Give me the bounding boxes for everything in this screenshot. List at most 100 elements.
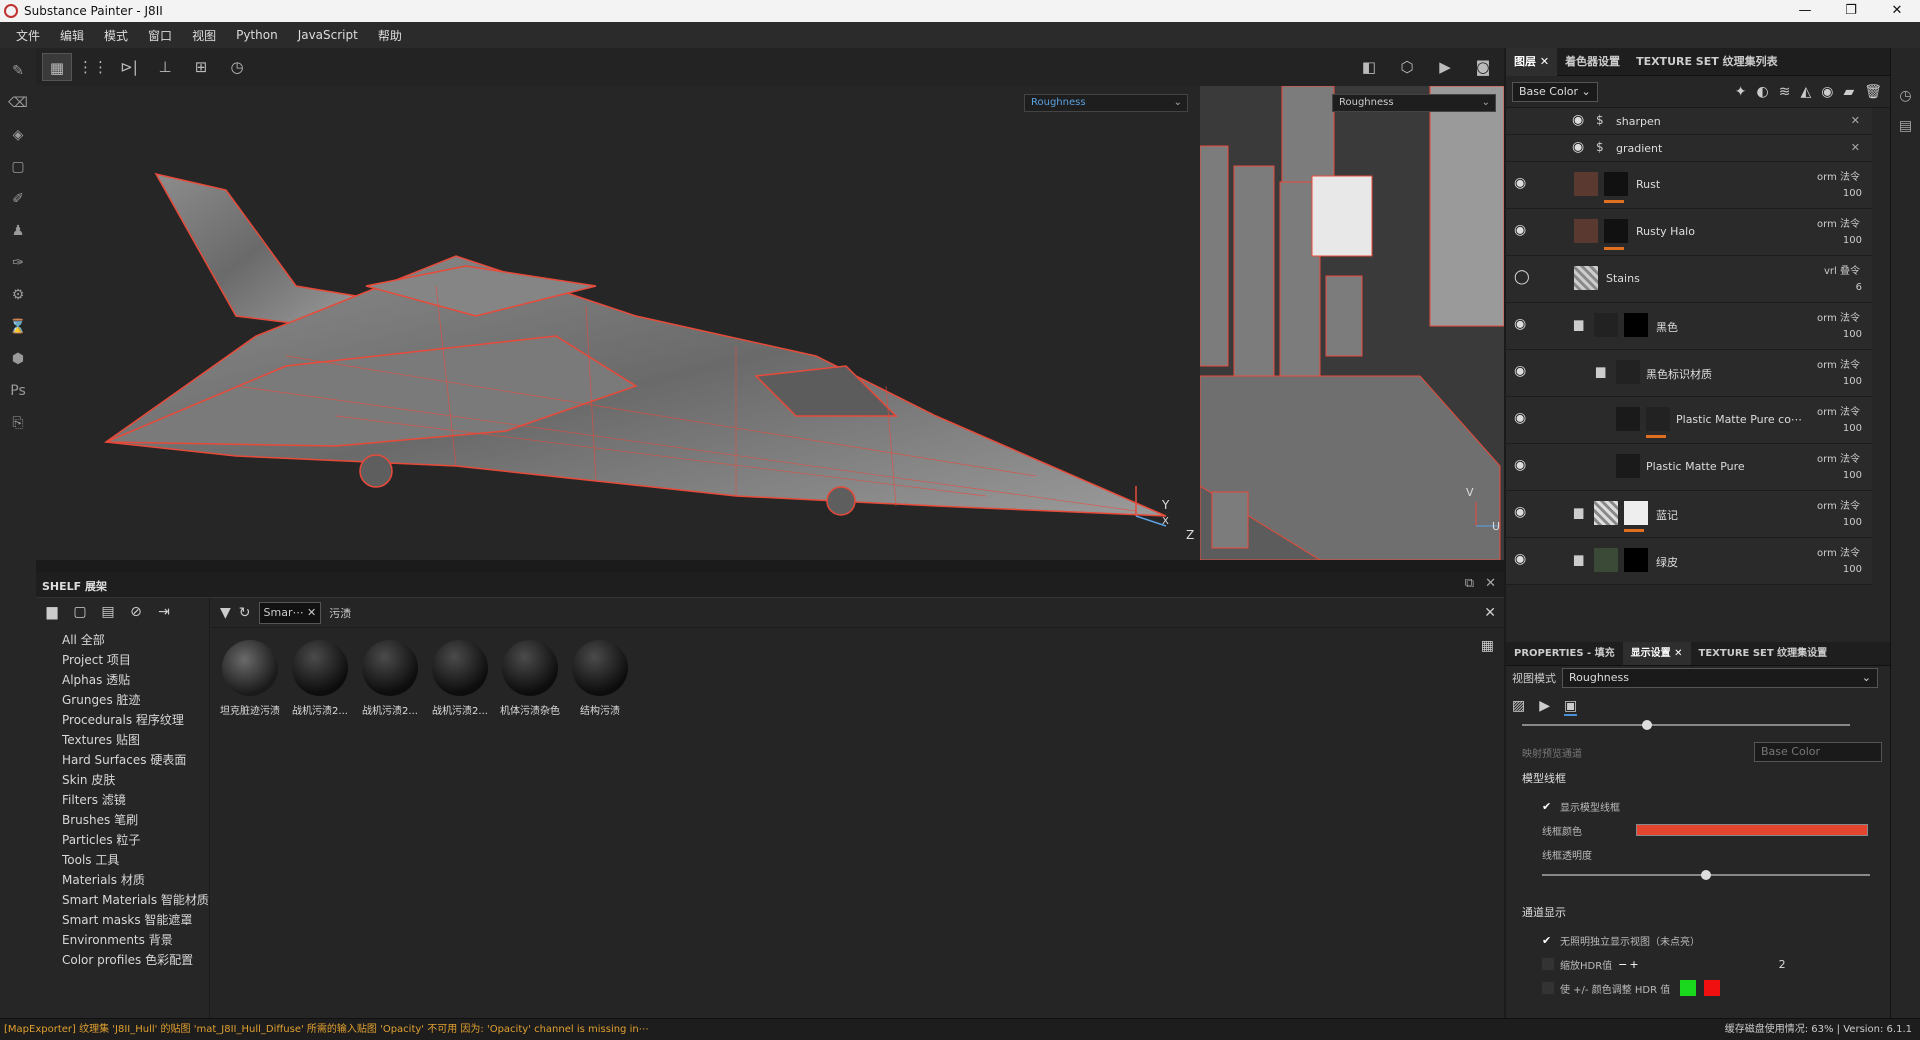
hide-icon[interactable]: ⊘: [124, 604, 148, 624]
eye-icon[interactable]: ◉: [1514, 222, 1526, 238]
checkbox-unchecked-icon[interactable]: [1542, 958, 1554, 970]
layer-opacity[interactable]: 6: [1856, 282, 1862, 293]
red-swatch[interactable]: [1704, 980, 1721, 996]
layer-row[interactable]: ◉ Plastic Matte Pure orm 法令 100: [1506, 444, 1872, 491]
new-item-icon[interactable]: ▢: [68, 604, 92, 624]
filter-chip[interactable]: Smar⋯ ✕: [258, 601, 322, 624]
material-item[interactable]: 坦克脏迹污渍: [220, 640, 280, 717]
close-button[interactable]: ✕: [1874, 0, 1920, 22]
eye-icon[interactable]: ◉: [1514, 175, 1526, 191]
layer-opacity[interactable]: 100: [1843, 188, 1862, 199]
layer-row[interactable]: ◉ Rust orm 法令 100: [1506, 162, 1872, 209]
category-alphas[interactable]: Alphas 透贴: [36, 670, 209, 690]
paint-brush-icon[interactable]: ✎: [8, 62, 28, 80]
clear-search-icon[interactable]: ✕: [1484, 605, 1496, 621]
delete-layer-icon[interactable]: 🗑: [1864, 84, 1882, 100]
minimize-button[interactable]: —: [1782, 0, 1828, 22]
layer-row[interactable]: ◉ Plastic Matte Pure co⋯ orm 法令 100: [1506, 397, 1872, 444]
float-panel-icon[interactable]: ⧉: [1465, 576, 1474, 591]
export-icon[interactable]: ⎘: [8, 414, 28, 432]
layer-row[interactable]: ◉ Rusty Halo orm 法令 100: [1506, 209, 1872, 256]
category-grunges[interactable]: Grunges 脏迹: [36, 690, 209, 710]
log-panel-icon[interactable]: ▤: [1891, 118, 1920, 134]
layer-opacity[interactable]: 100: [1843, 423, 1862, 434]
layer-row[interactable]: ◯ Stains vrl 叠令 6: [1506, 256, 1872, 303]
view-mode-select[interactable]: Roughness ⌄: [1562, 668, 1878, 688]
layer-blend-mode[interactable]: orm 法令: [1817, 215, 1860, 230]
menu-javascript[interactable]: JavaScript: [288, 28, 368, 42]
layer-folder-row[interactable]: ◉ ▆ 绿皮 orm 法令 100: [1506, 538, 1872, 585]
wire-opacity-knob[interactable]: [1701, 870, 1711, 880]
tab-texture-set-list[interactable]: TEXTURE SET 纹理集列表: [1628, 48, 1786, 76]
tab-properties-fill[interactable]: PROPERTIES - 填充: [1506, 642, 1623, 665]
eye-icon[interactable]: ◉: [1514, 363, 1526, 379]
mirror-x-icon[interactable]: ⊳|: [114, 53, 144, 81]
layer-effect-row[interactable]: ◉ $ sharpen ✕: [1506, 108, 1872, 135]
layer-opacity[interactable]: 100: [1843, 329, 1862, 340]
tab-texture-set-settings[interactable]: TEXTURE SET 纹理集设置: [1691, 642, 1836, 665]
layer-blend-mode[interactable]: orm 法令: [1817, 544, 1860, 559]
preview-channel-select[interactable]: Base Color: [1754, 742, 1882, 762]
wire-opacity-slider[interactable]: [1542, 870, 1870, 880]
checkbox-checked-icon[interactable]: ✔: [1542, 934, 1554, 947]
eye-hidden-icon[interactable]: ◯: [1514, 269, 1530, 285]
minus-button[interactable]: −: [1618, 958, 1627, 971]
hdr-value[interactable]: 2: [1779, 958, 1786, 971]
uv-channel-dropdown[interactable]: Roughness ⌄: [1332, 94, 1496, 112]
tab-layers[interactable]: 图层 ✕: [1506, 47, 1558, 76]
category-textures[interactable]: Textures 贴图: [36, 730, 209, 750]
close-panel-icon[interactable]: ✕: [1485, 576, 1496, 591]
bake-icon[interactable]: ⌛: [8, 318, 28, 336]
wire-color-swatch[interactable]: [1636, 824, 1868, 836]
category-all[interactable]: All 全部: [36, 630, 209, 650]
material-item[interactable]: 机体污渍杂色: [500, 640, 560, 717]
checkbox-unchecked-icon[interactable]: [1542, 982, 1554, 994]
category-skin[interactable]: Skin 皮肤: [36, 770, 209, 790]
category-smart-materials[interactable]: Smart Materials 智能材质: [36, 890, 209, 910]
category-filters[interactable]: Filters 滤镜: [36, 790, 209, 810]
menu-view[interactable]: 视图: [182, 27, 226, 44]
photoshop-icon[interactable]: Ps: [8, 382, 28, 400]
viewer-settings-icon[interactable]: ▣: [1564, 698, 1578, 716]
slider-knob[interactable]: [1642, 720, 1652, 730]
filter-icon[interactable]: ▼: [220, 605, 231, 621]
category-procedurals[interactable]: Procedurals 程序纹理: [36, 710, 209, 730]
cube-view-icon[interactable]: ⬡: [1392, 53, 1422, 81]
history-panel-icon[interactable]: ◷: [1891, 88, 1920, 104]
layer-blend-mode[interactable]: orm 法令: [1817, 450, 1860, 465]
eye-icon[interactable]: ◉: [1514, 551, 1526, 567]
screenshot-icon[interactable]: ◙: [1468, 53, 1498, 81]
layer-blend-mode[interactable]: orm 法令: [1817, 497, 1860, 512]
layer-effect-row[interactable]: ◉ $ gradient ✕: [1506, 135, 1872, 162]
save-icon[interactable]: ▤: [96, 604, 120, 624]
menu-help[interactable]: 帮助: [368, 27, 412, 44]
layer-folder-row[interactable]: ◉ ▆ 蓝记 orm 法令 100: [1506, 491, 1872, 538]
camera-settings-icon[interactable]: ▶: [1539, 698, 1550, 716]
close-tab-icon[interactable]: ✕: [1540, 55, 1549, 68]
layer-opacity[interactable]: 100: [1843, 564, 1862, 575]
layer-blend-mode[interactable]: orm 法令: [1817, 309, 1860, 324]
layer-opacity[interactable]: 100: [1843, 235, 1862, 246]
category-particles[interactable]: Particles 粒子: [36, 830, 209, 850]
eye-icon[interactable]: ◉: [1514, 457, 1526, 473]
menu-edit[interactable]: 编辑: [50, 27, 94, 44]
category-smart-masks[interactable]: Smart masks 智能遮罩: [36, 910, 209, 930]
camera-icon[interactable]: ▶: [1430, 53, 1460, 81]
layer-blend-mode[interactable]: vrl 叠令: [1824, 262, 1860, 277]
menu-window[interactable]: 窗口: [138, 27, 182, 44]
add-layer-icon[interactable]: ≋: [1779, 84, 1791, 100]
grid-view-icon[interactable]: ▦: [1481, 638, 1494, 654]
add-frame-icon[interactable]: ⊞: [186, 53, 216, 81]
menu-file[interactable]: 文件: [6, 27, 50, 44]
material-item[interactable]: 战机污渍2...: [360, 640, 420, 717]
close-tab-icon[interactable]: ✕: [1674, 648, 1682, 659]
add-effect-icon[interactable]: ✦: [1735, 84, 1747, 100]
viewport-2d-uv[interactable]: Roughness ⌄ V U: [1200, 86, 1504, 560]
category-hard-surfaces[interactable]: Hard Surfaces 硬表面: [36, 750, 209, 770]
add-mask-icon[interactable]: ◐: [1756, 84, 1768, 100]
view-2d3d-icon[interactable]: ◧: [1354, 53, 1384, 81]
maximize-button[interactable]: ❐: [1828, 0, 1874, 22]
add-folder-icon[interactable]: ▰: [1843, 84, 1854, 100]
category-materials[interactable]: Materials 材质: [36, 870, 209, 890]
add-fill-layer-icon[interactable]: ◭: [1800, 84, 1811, 100]
